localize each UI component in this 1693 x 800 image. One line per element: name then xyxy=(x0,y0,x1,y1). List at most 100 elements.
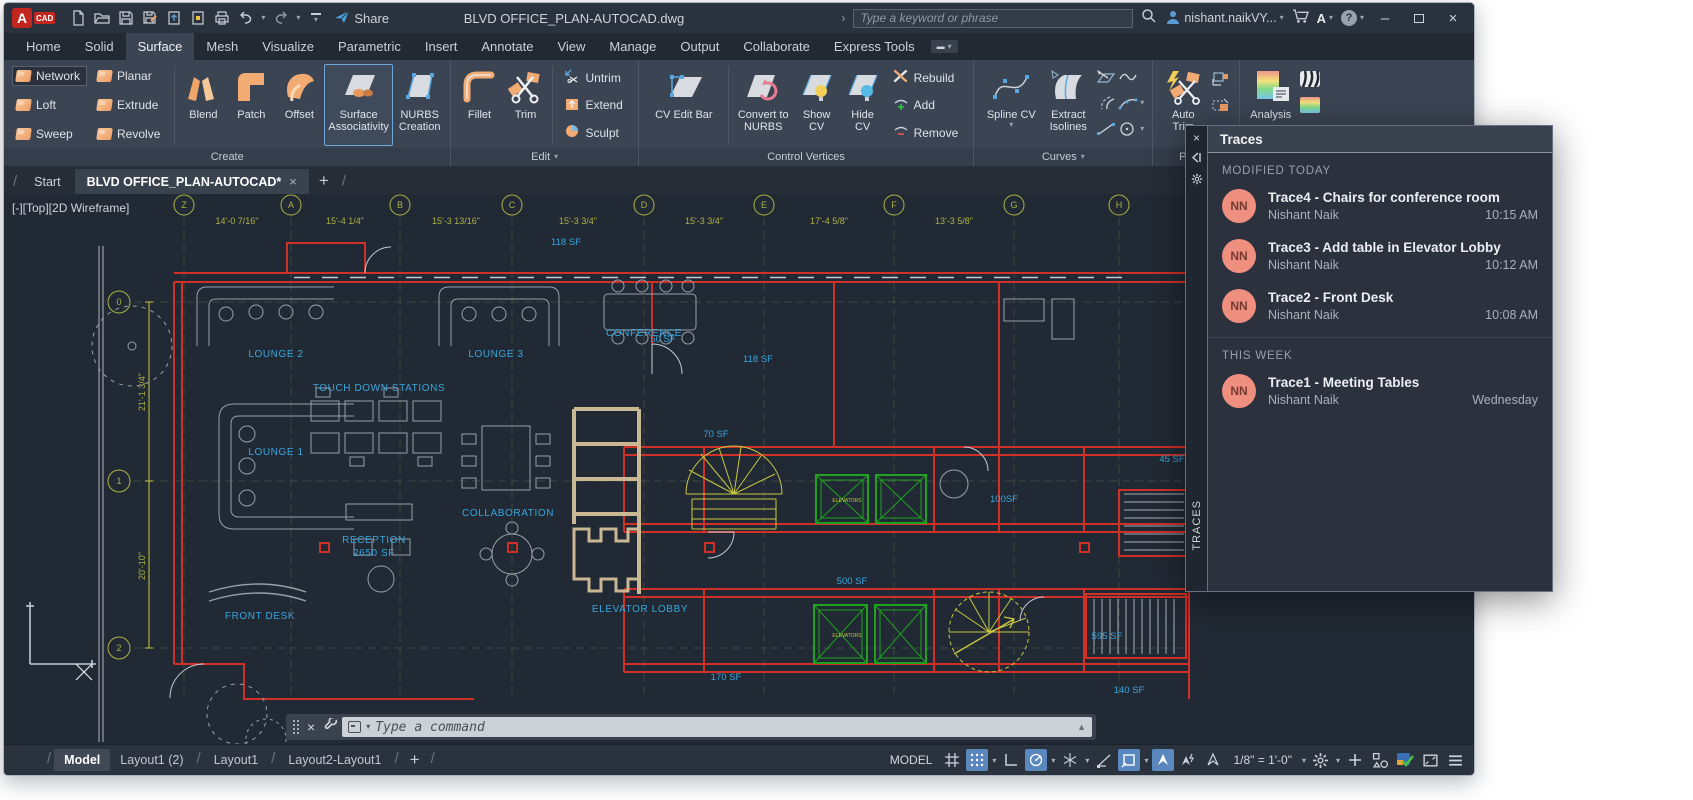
tab-home[interactable]: Home xyxy=(14,33,73,60)
tab-express-tools[interactable]: Express Tools xyxy=(822,33,927,60)
plot-icon[interactable] xyxy=(165,10,182,27)
extrude-button[interactable]: Extrude xyxy=(93,95,167,115)
command-bar-close-icon[interactable]: × xyxy=(302,719,320,735)
share-button[interactable]: Share xyxy=(334,9,389,28)
annotation-monitor-button[interactable] xyxy=(1344,749,1366,771)
traces-palette-titlebar[interactable]: × TRACES xyxy=(1185,125,1207,592)
trim-button[interactable]: Trim xyxy=(503,64,547,146)
curve-offset-icon[interactable] xyxy=(1096,95,1116,111)
palette-autohide-icon[interactable] xyxy=(1191,152,1202,165)
trace-list-item[interactable]: NN Trace3 - Add table in Elevator Lobby … xyxy=(1208,231,1552,281)
annotation-scale-button[interactable] xyxy=(1202,749,1224,771)
isodraft-settings-caret[interactable]: ▾ xyxy=(1084,756,1090,765)
circle-tool-icon[interactable]: ▾ xyxy=(1118,121,1144,137)
undo-caret-icon[interactable]: ▾ xyxy=(261,14,265,22)
fillet-button[interactable]: Fillet xyxy=(457,64,501,146)
project-to-view-icon[interactable] xyxy=(1211,97,1231,113)
extract-isolines-button[interactable]: Extract Isolines xyxy=(1044,64,1092,146)
tab-annotate[interactable]: Annotate xyxy=(469,33,545,60)
panel-label-control-vertices[interactable]: Control Vertices xyxy=(639,148,973,166)
layout-tab-layout1[interactable]: Layout1 xyxy=(204,749,268,771)
grid-display-toggle[interactable] xyxy=(941,749,963,771)
graphics-performance-button[interactable] xyxy=(1394,749,1416,771)
autocad-logo-icon[interactable]: A xyxy=(12,8,32,28)
new-drawing-tab-button[interactable]: + xyxy=(311,168,337,194)
curvature-analysis-icon[interactable] xyxy=(1299,96,1321,114)
search-icon[interactable] xyxy=(1141,8,1157,29)
ortho-mode-toggle[interactable] xyxy=(1000,749,1022,771)
redo-icon[interactable] xyxy=(272,10,289,27)
cv-edit-bar-button[interactable]: CV Edit Bar xyxy=(645,64,723,146)
layout-tab-layout1-2[interactable]: Layout1 (2) xyxy=(110,749,193,771)
tab-solid[interactable]: Solid xyxy=(73,33,126,60)
publish-icon[interactable] xyxy=(189,10,206,27)
object-snap-tracking-toggle[interactable] xyxy=(1093,749,1115,771)
project-to-ucs-icon[interactable] xyxy=(1211,71,1231,87)
offset-button[interactable]: Offset xyxy=(276,64,322,146)
show-cv-button[interactable]: Show CV xyxy=(795,64,839,146)
model-space-button[interactable]: MODEL xyxy=(890,753,933,767)
tab-view[interactable]: View xyxy=(545,33,597,60)
palette-close-icon[interactable]: × xyxy=(1193,132,1200,144)
file-tab-close-icon[interactable]: × xyxy=(289,174,297,189)
palette-properties-gear-icon[interactable] xyxy=(1191,173,1203,187)
open-file-icon[interactable] xyxy=(93,10,110,27)
sculpt-button[interactable]: Sculpt xyxy=(560,121,629,144)
trace-list-item[interactable]: NN Trace2 - Front Desk Nishant Naik10:08… xyxy=(1208,281,1552,331)
store-cart-icon[interactable] xyxy=(1292,7,1309,29)
curve-fit-points-icon[interactable]: ▾ xyxy=(1118,95,1144,111)
tab-mesh[interactable]: Mesh xyxy=(194,33,250,60)
blend-button[interactable]: Blend xyxy=(180,64,226,146)
command-bar-wrench-icon[interactable] xyxy=(320,718,342,737)
clean-screen-button[interactable] xyxy=(1419,749,1441,771)
scale-caret[interactable]: ▾ xyxy=(1301,756,1307,765)
tab-parametric[interactable]: Parametric xyxy=(326,33,413,60)
trace-list-item[interactable]: NN Trace4 - Chairs for conference room N… xyxy=(1208,181,1552,231)
file-tab-document[interactable]: BLVD OFFICE_PLAN-AUTOCAD* × xyxy=(75,169,309,194)
sweep-button[interactable]: Sweep xyxy=(12,124,87,144)
panel-label-create[interactable]: Create xyxy=(4,148,450,166)
command-input[interactable] xyxy=(375,720,1072,735)
command-history-toggle-icon[interactable]: ▲ xyxy=(1077,722,1086,732)
polar-settings-caret[interactable]: ▾ xyxy=(1050,756,1056,765)
search-box[interactable] xyxy=(853,9,1133,28)
tab-output[interactable]: Output xyxy=(668,33,731,60)
maximize-button[interactable] xyxy=(1406,8,1432,28)
snap-settings-caret[interactable]: ▾ xyxy=(991,756,997,765)
command-caret-icon[interactable]: ▾ xyxy=(366,723,370,731)
curve-squiggle-icon[interactable] xyxy=(1118,69,1144,85)
patch-button[interactable]: Patch xyxy=(228,64,274,146)
workspace-caret[interactable]: ▾ xyxy=(1335,756,1341,765)
tab-manage[interactable]: Manage xyxy=(597,33,668,60)
zebra-analysis-icon[interactable] xyxy=(1299,70,1321,88)
extend-button[interactable]: Extend xyxy=(560,94,629,117)
remove-cv-button[interactable]: Remove xyxy=(889,121,966,144)
viewport-controls-label[interactable]: [-][Top][2D Wireframe] xyxy=(12,201,129,215)
revolve-button[interactable]: Revolve xyxy=(93,124,167,144)
snap-mode-toggle[interactable] xyxy=(966,749,988,771)
undo-icon[interactable] xyxy=(237,10,254,27)
layout-tab-model[interactable]: Model xyxy=(54,749,110,771)
ribbon-display-options-button[interactable]: ▬ ▾ xyxy=(931,40,958,53)
search-input[interactable] xyxy=(860,11,1126,25)
user-account-button[interactable]: nishant.naikVY... ▾ xyxy=(1165,9,1283,28)
save-icon[interactable] xyxy=(117,10,134,27)
tab-surface[interactable]: Surface xyxy=(126,33,195,60)
polar-tracking-toggle[interactable] xyxy=(1025,749,1047,771)
nurbs-creation-toggle[interactable]: NURBS Creation xyxy=(395,64,445,146)
hide-cv-button[interactable]: Hide CV xyxy=(841,64,885,146)
panel-label-curves[interactable]: Curves▾ xyxy=(974,148,1152,166)
spline-cv-button[interactable]: Spline CV ▾ xyxy=(980,64,1042,146)
panel-label-edit[interactable]: Edit▾ xyxy=(451,148,637,166)
close-button[interactable]: × xyxy=(1440,8,1466,28)
command-bar-grip[interactable] xyxy=(292,719,300,735)
annotation-visibility-toggle[interactable] xyxy=(1152,749,1174,771)
tab-collaborate[interactable]: Collaborate xyxy=(731,33,822,60)
command-input-field[interactable]: ▾ ▲ xyxy=(342,717,1092,737)
new-layout-button[interactable]: + xyxy=(402,747,428,773)
command-prompt-icon[interactable] xyxy=(348,721,361,733)
isometric-drafting-toggle[interactable] xyxy=(1059,749,1081,771)
search-chevron-icon[interactable]: › xyxy=(841,11,845,25)
redo-caret-icon[interactable]: ▾ xyxy=(296,14,300,22)
curve-blend-icon[interactable] xyxy=(1096,69,1116,85)
